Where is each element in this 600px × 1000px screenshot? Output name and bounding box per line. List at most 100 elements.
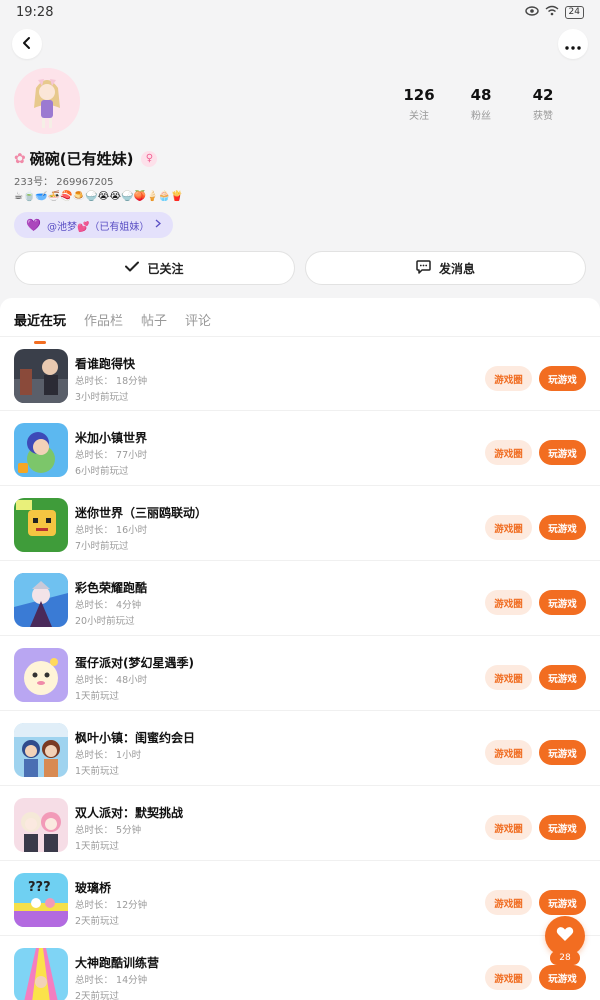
game-row[interactable]: 看谁跑得快 总时长： 18分钟 3小时前玩过 游戏圈 玩游戏: [0, 336, 600, 411]
stat-likes[interactable]: 42 获赞: [512, 86, 574, 122]
game-icon[interactable]: [14, 498, 68, 552]
more-button[interactable]: [558, 29, 588, 59]
game-row[interactable]: 米加小镇世界 总时长： 77小时 6小时前玩过 游戏圈 玩游戏: [0, 411, 600, 486]
stat-label: 关注: [409, 111, 429, 122]
stat-value: 126: [403, 86, 435, 104]
message-icon: [416, 259, 431, 277]
play-game-button[interactable]: 玩游戏: [539, 440, 586, 465]
game-row[interactable]: 迷你世界（三丽鸥联动） 总时长： 16小时 7小时前玩过 游戏圈 玩游戏: [0, 486, 600, 561]
battery-icon: 24: [564, 5, 584, 19]
game-duration: 总时长： 4分钟: [75, 600, 142, 611]
action-row: 已关注 发消息: [14, 251, 586, 285]
game-icon[interactable]: [14, 349, 68, 403]
like-fab[interactable]: [545, 916, 585, 956]
game-row[interactable]: 双人派对：默契挑战 总时长： 5分钟 1天前玩过 游戏圈 玩游戏: [0, 786, 600, 861]
game-last-played: 2天前玩过: [75, 991, 120, 1000]
stat-value: 48: [470, 86, 492, 104]
profile-stats: 126 关注 48 粉丝 42 获赞: [388, 86, 574, 122]
game-last-played: 3小时前玩过: [75, 392, 129, 403]
like-count-badge: 28: [550, 951, 580, 965]
play-game-button[interactable]: 玩游戏: [539, 815, 586, 840]
game-icon[interactable]: [14, 573, 68, 627]
chevron-right-icon: [155, 219, 162, 231]
message-button-label: 发消息: [438, 261, 475, 276]
game-row[interactable]: 大神跑酷训练营 总时长： 14分钟 2天前玩过 游戏圈 玩游戏: [0, 936, 600, 1000]
game-duration: 总时长： 5分钟: [75, 825, 142, 836]
wifi-icon: [545, 5, 559, 19]
tab-comments[interactable]: 评论: [185, 310, 211, 336]
game-icon[interactable]: [14, 948, 68, 1000]
stat-value: 42: [532, 86, 554, 104]
status-time: 19:28: [16, 4, 54, 20]
tab-bar: 最近在玩 作品栏 帖子 评论: [0, 298, 600, 336]
game-circle-button[interactable]: 游戏圈: [485, 815, 532, 840]
game-name: 蛋仔派对(梦幻星遇季): [75, 656, 194, 670]
game-name: 双人派对：默契挑战: [75, 806, 184, 820]
play-game-button[interactable]: 玩游戏: [539, 890, 586, 915]
emoji-signature: ☕🍵🥣🍜🍣🍮🍚😭😭🍚🍑🍦🧁🍟: [14, 191, 184, 202]
game-circle-button[interactable]: 游戏圈: [485, 890, 532, 915]
game-last-played: 20小时前玩过: [75, 616, 135, 627]
stat-label: 获赞: [533, 111, 553, 122]
play-game-button[interactable]: 玩游戏: [539, 366, 586, 391]
game-row[interactable]: 蛋仔派对(梦幻星遇季) 总时长： 48小时 1天前玩过 游戏圈 玩游戏: [0, 636, 600, 711]
game-icon[interactable]: ???: [14, 873, 68, 927]
game-row[interactable]: 彩色荣耀跑酷 总时长： 4分钟 20小时前玩过 游戏圈 玩游戏: [0, 561, 600, 636]
cp-tag[interactable]: 💜 @池梦💕（已有姐妹）: [14, 212, 174, 238]
stat-followers[interactable]: 48 粉丝: [450, 86, 512, 122]
game-name: 米加小镇世界: [75, 431, 148, 445]
game-name: 玻璃桥: [75, 881, 112, 895]
game-circle-button[interactable]: 游戏圈: [485, 366, 532, 391]
tab-recently-played[interactable]: 最近在玩: [14, 310, 66, 336]
flower-icon: ✿: [14, 150, 26, 167]
game-circle-button[interactable]: 游戏圈: [485, 590, 532, 615]
more-icon: [565, 35, 581, 54]
heart-icon: [556, 926, 574, 946]
play-game-button[interactable]: 玩游戏: [539, 665, 586, 690]
game-duration: 总时长： 77小时: [75, 450, 148, 461]
play-game-button[interactable]: 玩游戏: [539, 740, 586, 765]
game-duration: 总时长： 14分钟: [75, 975, 148, 986]
chevron-left-icon: [21, 35, 33, 54]
message-button[interactable]: 发消息: [305, 251, 586, 285]
follow-button[interactable]: 已关注: [14, 251, 295, 285]
game-last-played: 1天前玩过: [75, 766, 120, 777]
tab-works[interactable]: 作品栏: [84, 310, 123, 336]
game-row[interactable]: ??? 玻璃桥 总时长： 12分钟 2天前玩过 游戏圈 玩游戏: [0, 861, 600, 936]
game-icon[interactable]: [14, 423, 68, 477]
game-name: 彩色荣耀跑酷: [75, 581, 148, 595]
game-icon[interactable]: [14, 798, 68, 852]
game-row[interactable]: 枫叶小镇：闺蜜约会日 总时长： 1小时 1天前玩过 游戏圈 玩游戏: [0, 711, 600, 786]
game-circle-button[interactable]: 游戏圈: [485, 440, 532, 465]
game-duration: 总时长： 18分钟: [75, 376, 148, 387]
back-button[interactable]: [12, 29, 42, 59]
tab-posts[interactable]: 帖子: [141, 310, 167, 336]
game-icon[interactable]: [14, 648, 68, 702]
content-sheet: 最近在玩 作品栏 帖子 评论 看谁跑得快 总时长： 18分钟 3小时前玩过 游戏…: [0, 298, 600, 1000]
stat-following[interactable]: 126 关注: [388, 86, 450, 122]
game-icon[interactable]: [14, 723, 68, 777]
female-icon: ♀: [141, 150, 158, 167]
game-name: 大神跑酷训练营: [75, 956, 160, 970]
game-last-played: 1天前玩过: [75, 691, 120, 702]
play-game-button[interactable]: 玩游戏: [539, 965, 586, 990]
top-nav: [12, 28, 588, 60]
stat-label: 粉丝: [471, 111, 491, 122]
game-list: 看谁跑得快 总时长： 18分钟 3小时前玩过 游戏圈 玩游戏 米加小镇世界 总时…: [0, 336, 600, 1000]
game-last-played: 1天前玩过: [75, 841, 120, 852]
game-duration: 总时长： 12分钟: [75, 900, 148, 911]
game-circle-button[interactable]: 游戏圈: [485, 965, 532, 990]
game-circle-button[interactable]: 游戏圈: [485, 740, 532, 765]
follow-button-label: 已关注: [147, 261, 184, 276]
game-circle-button[interactable]: 游戏圈: [485, 665, 532, 690]
game-duration: 总时长： 16小时: [75, 525, 148, 536]
nickname: 碗碗(已有姓妹): [29, 150, 134, 168]
avatar[interactable]: [14, 68, 80, 134]
play-game-button[interactable]: 玩游戏: [539, 515, 586, 540]
game-circle-button[interactable]: 游戏圈: [485, 515, 532, 540]
status-icons: 24: [524, 5, 584, 19]
play-game-button[interactable]: 玩游戏: [539, 590, 586, 615]
eye-icon: [524, 5, 539, 19]
cp-tag-label: @池梦💕（已有姐妹）: [46, 221, 150, 233]
game-duration: 总时长： 1小时: [75, 750, 142, 761]
